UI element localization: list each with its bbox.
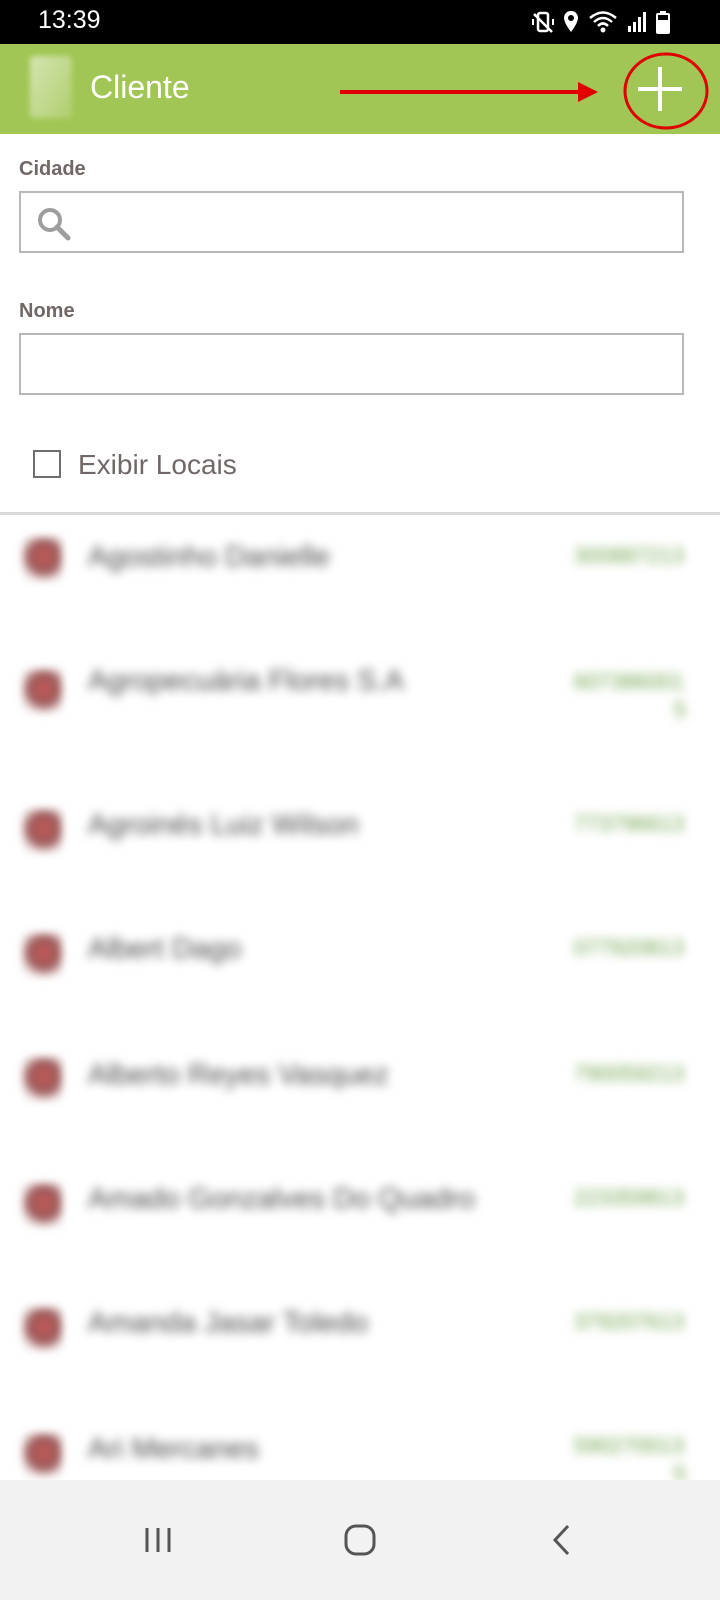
add-client-button[interactable] — [628, 57, 692, 121]
client-list: Agostinho Danielle 300887213 Agropecuári… — [0, 515, 720, 1480]
mute-vibrate-icon — [532, 11, 554, 33]
list-item[interactable]: Agropecuária Flores S.A 607386001 5 — [0, 639, 720, 763]
client-code-extra: 5 — [673, 1461, 686, 1480]
recent-apps-icon — [145, 1528, 171, 1552]
show-locations-label[interactable]: Exibir Locais — [78, 449, 237, 481]
client-code: 379207613 — [573, 1309, 684, 1334]
client-code: 773796613 — [573, 811, 684, 836]
app-bar: Cliente — [0, 44, 720, 134]
home-button[interactable] — [330, 1510, 390, 1570]
page-title: Cliente — [90, 69, 190, 105]
client-name: Albert Dago — [88, 933, 242, 965]
client-name: Ari Mercanes — [88, 1433, 259, 1465]
client-name: Agropecuária Flores S.A — [88, 665, 404, 697]
client-name: Alberto Reyes Vasquez — [88, 1059, 389, 1091]
signal-icon — [628, 12, 646, 32]
home-icon — [344, 1524, 376, 1556]
client-icon — [22, 809, 62, 853]
list-item[interactable]: Agostinho Danielle 300887213 — [0, 515, 720, 639]
list-item[interactable]: Amanda Jasar Toledo 379207613 — [0, 1259, 720, 1383]
location-icon — [564, 11, 578, 32]
client-code: 300887213 — [573, 543, 684, 568]
client-code: 077920813 — [573, 935, 684, 960]
client-icon — [22, 933, 62, 977]
client-code-extra: 5 — [673, 697, 686, 722]
plus-icon — [638, 67, 682, 111]
wifi-icon — [589, 11, 617, 33]
client-icon — [22, 537, 62, 581]
city-search-input[interactable] — [19, 191, 684, 253]
client-name: Agroinés Luiz Wilson — [88, 809, 359, 841]
list-item[interactable]: Albert Dago 077920813 — [0, 887, 720, 1011]
recent-apps-button[interactable] — [128, 1510, 188, 1570]
back-button[interactable] — [532, 1510, 592, 1570]
client-name: Amado Gonzalves Do Quadro — [88, 1183, 475, 1215]
client-name: Amanda Jasar Toledo — [88, 1307, 368, 1339]
app-logo — [30, 56, 72, 118]
client-icon — [22, 1183, 62, 1227]
back-icon — [552, 1524, 570, 1556]
show-locations-checkbox[interactable] — [33, 450, 61, 478]
status-time: 13:39 — [38, 6, 101, 34]
client-icon — [22, 1307, 62, 1351]
status-bar: 13:39 — [0, 0, 720, 44]
name-label: Nome — [19, 300, 75, 322]
client-icon — [22, 1057, 62, 1101]
battery-icon — [656, 11, 670, 34]
list-item[interactable]: Ari Mercanes 590270013 5 — [0, 1383, 720, 1480]
status-icons — [532, 9, 670, 35]
client-code: 223359813 — [573, 1185, 684, 1210]
city-label: Cidade — [19, 158, 86, 180]
search-icon — [38, 208, 71, 241]
navigation-bar — [0, 1480, 720, 1600]
list-item[interactable]: Agroinés Luiz Wilson 773796613 — [0, 763, 720, 887]
name-input[interactable] — [19, 333, 684, 395]
client-icon — [22, 669, 62, 713]
client-code: 590270013 — [573, 1433, 684, 1458]
client-code: 790059213 — [573, 1061, 684, 1086]
client-name: Agostinho Danielle — [88, 541, 330, 573]
client-code: 607386001 — [573, 669, 684, 694]
client-icon — [22, 1433, 62, 1477]
list-item[interactable]: Alberto Reyes Vasquez 790059213 — [0, 1011, 720, 1135]
list-item[interactable]: Amado Gonzalves Do Quadro 223359813 — [0, 1135, 720, 1259]
